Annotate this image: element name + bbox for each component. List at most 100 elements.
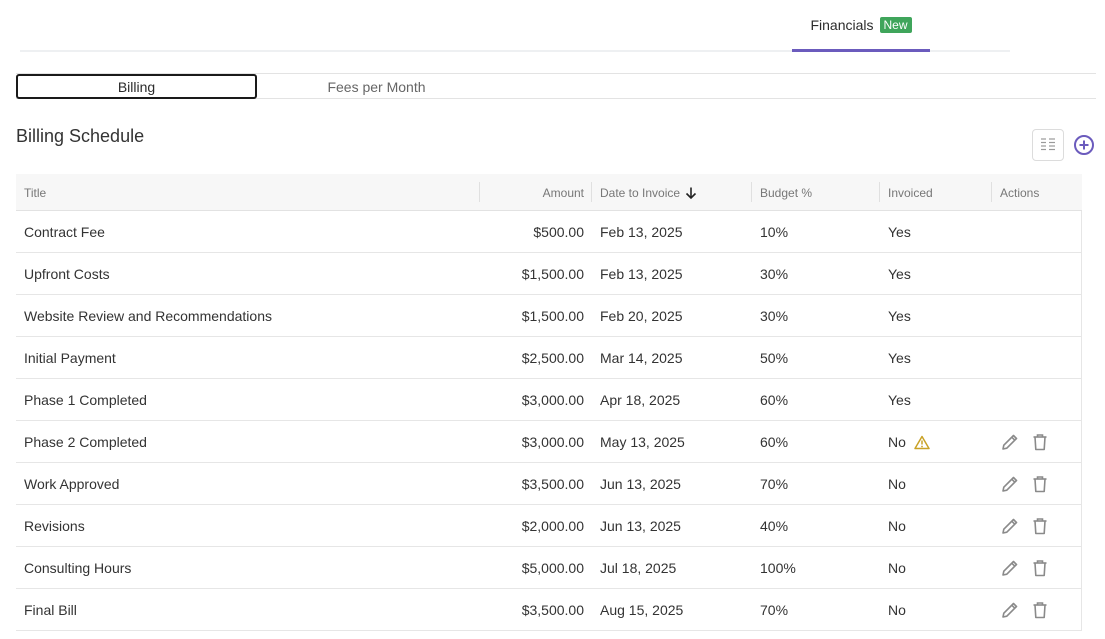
invoiced-value: Yes xyxy=(888,308,911,324)
cell-invoiced: No xyxy=(888,547,906,589)
section-title: Billing Schedule xyxy=(16,126,145,146)
cell-budget: 70% xyxy=(760,476,789,492)
edit-icon[interactable] xyxy=(1000,474,1020,494)
cell-actions xyxy=(1000,463,1050,505)
delete-icon[interactable] xyxy=(1030,432,1050,452)
table-row: Consulting Hours $5,000.00 Jul 18, 2025 … xyxy=(16,547,1082,589)
cell-date: Jun 13, 2025 xyxy=(600,476,681,492)
cell-amount: $2,000.00 xyxy=(521,518,584,534)
plus-circle-icon xyxy=(1074,135,1094,155)
invoiced-value: No xyxy=(888,434,906,450)
column-header-title[interactable]: Title xyxy=(24,174,46,211)
edit-icon[interactable] xyxy=(1000,558,1020,578)
cell-budget: 40% xyxy=(760,518,789,534)
top-tab-bar: Financials New xyxy=(20,0,1010,52)
cell-amount: $3,500.00 xyxy=(521,602,584,618)
new-badge: New xyxy=(879,16,912,33)
cell-invoiced: Yes xyxy=(888,295,911,337)
billing-table: Title Amount Date to Invoice Budget % In… xyxy=(16,174,1082,631)
cell-invoiced: No xyxy=(888,505,906,547)
cell-title: Website Review and Recommendations xyxy=(24,308,272,324)
table-row: Final Bill $3,500.00 Aug 15, 2025 70% No xyxy=(16,589,1082,631)
cell-date: Feb 13, 2025 xyxy=(600,266,683,282)
add-billing-button[interactable] xyxy=(1073,134,1095,156)
table-row: Phase 2 Completed $3,000.00 May 13, 2025… xyxy=(16,421,1082,463)
edit-icon[interactable] xyxy=(1000,432,1020,452)
cell-date: Jul 18, 2025 xyxy=(600,560,677,576)
tab-financials[interactable]: Financials New xyxy=(792,0,930,52)
column-divider xyxy=(591,182,592,202)
edit-icon[interactable] xyxy=(1000,600,1020,620)
cell-title: Contract Fee xyxy=(24,224,105,240)
table-row: Upfront Costs $1,500.00 Feb 13, 2025 30%… xyxy=(16,253,1082,295)
cell-actions xyxy=(1000,421,1050,463)
cell-amount: $3,500.00 xyxy=(521,476,584,492)
tab-financials-label: Financials xyxy=(810,16,874,33)
sub-tab-bar: Fees per Month Billing xyxy=(16,73,1096,99)
table-row: Initial Payment $2,500.00 Mar 14, 2025 5… xyxy=(16,337,1082,379)
cell-invoiced: Yes xyxy=(888,211,911,253)
column-header-date[interactable]: Date to Invoice xyxy=(600,174,698,211)
column-header-amount[interactable]: Amount xyxy=(480,174,584,211)
arrow-down-icon xyxy=(685,187,697,199)
table-row: Contract Fee $500.00 Feb 13, 2025 10% Ye… xyxy=(16,211,1082,253)
delete-icon[interactable] xyxy=(1030,600,1050,620)
cell-invoiced: No xyxy=(888,421,930,463)
cell-actions xyxy=(1000,589,1050,631)
invoiced-value: Yes xyxy=(888,266,911,282)
cell-title: Work Approved xyxy=(24,476,120,492)
cell-amount: $3,000.00 xyxy=(521,392,584,408)
edit-icon[interactable] xyxy=(1000,516,1020,536)
cell-amount: $1,500.00 xyxy=(521,266,584,282)
tab-fees-per-month[interactable]: Fees per Month xyxy=(256,74,497,99)
invoiced-value: Yes xyxy=(888,224,911,240)
table-header: Title Amount Date to Invoice Budget % In… xyxy=(16,174,1082,211)
cell-date: Feb 20, 2025 xyxy=(600,308,683,324)
cell-date: Aug 15, 2025 xyxy=(600,602,684,618)
cell-title: Phase 2 Completed xyxy=(24,434,147,450)
delete-icon[interactable] xyxy=(1030,516,1050,536)
cell-invoiced: No xyxy=(888,589,906,631)
cell-title: Upfront Costs xyxy=(24,266,110,282)
columns-button[interactable] xyxy=(1032,129,1064,161)
column-header-date-label: Date to Invoice xyxy=(600,185,681,200)
cell-title: Phase 1 Completed xyxy=(24,392,147,408)
column-header-budget[interactable]: Budget % xyxy=(760,174,812,211)
cell-invoiced: Yes xyxy=(888,379,911,421)
cell-actions xyxy=(1000,505,1050,547)
cell-budget: 50% xyxy=(760,350,789,366)
cell-budget: 70% xyxy=(760,602,789,618)
column-divider xyxy=(879,182,880,202)
cell-title: Initial Payment xyxy=(24,350,116,366)
invoiced-value: Yes xyxy=(888,392,911,408)
invoiced-value: No xyxy=(888,518,906,534)
column-header-actions: Actions xyxy=(1000,185,1040,200)
cell-budget: 30% xyxy=(760,308,789,324)
cell-title: Revisions xyxy=(24,518,85,534)
delete-icon[interactable] xyxy=(1030,558,1050,578)
cell-amount: $2,500.00 xyxy=(521,350,584,366)
cell-date: Feb 13, 2025 xyxy=(600,224,683,240)
invoiced-value: No xyxy=(888,560,906,576)
cell-invoiced: Yes xyxy=(888,253,911,295)
cell-invoiced: No xyxy=(888,463,906,505)
cell-date: Apr 18, 2025 xyxy=(600,392,681,408)
cell-date: May 13, 2025 xyxy=(600,434,685,450)
invoiced-value: No xyxy=(888,476,906,492)
tab-billing[interactable]: Billing xyxy=(16,74,257,99)
cell-actions xyxy=(1000,547,1050,589)
column-divider xyxy=(991,182,992,202)
cell-amount: $5,000.00 xyxy=(521,560,584,576)
cell-amount: $3,000.00 xyxy=(521,434,584,450)
columns-icon xyxy=(1041,138,1055,151)
cell-invoiced: Yes xyxy=(888,337,911,379)
table-row: Work Approved $3,500.00 Jun 13, 2025 70%… xyxy=(16,463,1082,505)
column-divider xyxy=(751,182,752,202)
invoiced-value: No xyxy=(888,602,906,618)
cell-budget: 60% xyxy=(760,434,789,450)
table-row: Phase 1 Completed $3,000.00 Apr 18, 2025… xyxy=(16,379,1082,421)
cell-budget: 30% xyxy=(760,266,789,282)
column-header-invoiced[interactable]: Invoiced xyxy=(888,174,933,211)
table-row: Revisions $2,000.00 Jun 13, 2025 40% No xyxy=(16,505,1082,547)
delete-icon[interactable] xyxy=(1030,474,1050,494)
